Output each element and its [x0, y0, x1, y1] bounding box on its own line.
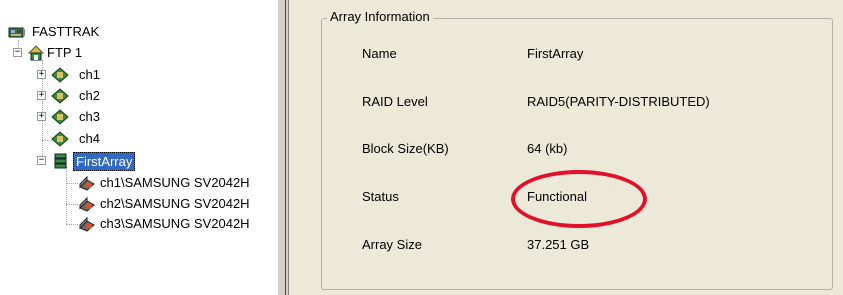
controller-board-icon — [8, 24, 25, 40]
collapse-toggle[interactable]: − — [37, 156, 46, 165]
channel-icon — [51, 67, 69, 83]
tree-node-disk[interactable]: ch3\SAMSUNG SV2042H — [78, 214, 273, 234]
name-label: Name — [362, 46, 397, 61]
tree-line — [66, 166, 67, 224]
tree-node-controller[interactable]: − FTP 1 — [13, 43, 153, 63]
tree-node-array-label: FirstArray — [73, 152, 136, 171]
tree-node-channel-label: ch4 — [79, 131, 100, 146]
tree-line — [66, 204, 78, 205]
hard-disk-icon — [78, 216, 95, 232]
tree-node-disk-label: ch3\SAMSUNG SV2042H — [100, 216, 250, 231]
expand-toggle[interactable]: + — [37, 91, 46, 100]
channel-icon — [51, 88, 69, 104]
tree-node-channel[interactable]: + ch1 — [37, 65, 157, 85]
hard-disk-icon — [78, 175, 95, 191]
raid-level-value: RAID5(PARITY-DISTRIBUTED) — [527, 94, 710, 109]
tree-node-disk-label: ch2\SAMSUNG SV2042H — [100, 196, 250, 211]
tree-line — [66, 183, 78, 184]
channel-icon — [51, 131, 69, 147]
array-information-pane: Array Information Name FirstArray RAID L… — [289, 0, 843, 295]
hard-disk-icon — [78, 196, 95, 212]
tree-node-channel-label: ch3 — [79, 109, 100, 124]
collapse-toggle[interactable]: − — [13, 48, 22, 57]
tree-node-channel-label: ch1 — [79, 67, 100, 82]
tree-node-root[interactable]: FASTTRAK — [8, 22, 148, 42]
group-title: Array Information — [327, 9, 433, 24]
expand-toggle[interactable]: + — [37, 70, 46, 79]
tree-node-array[interactable]: − FirstArray — [37, 151, 167, 171]
block-size-label: Block Size(KB) — [362, 141, 449, 156]
tree-line — [66, 224, 78, 225]
tree-node-disk[interactable]: ch1\SAMSUNG SV2042H — [78, 173, 273, 193]
pane-splitter[interactable] — [277, 0, 289, 295]
tree-node-channel[interactable]: ch4 — [37, 129, 157, 149]
name-value: FirstArray — [527, 46, 584, 61]
tree-node-root-label: FASTTRAK — [32, 24, 100, 39]
status-label: Status — [362, 189, 399, 204]
channel-icon — [51, 109, 69, 125]
array-stack-icon — [53, 153, 69, 169]
tree-pane[interactable]: FASTTRAK − FTP 1 + ch1 + ch2 + ch3 ch4 −… — [0, 0, 277, 295]
tree-node-disk-label: ch1\SAMSUNG SV2042H — [100, 175, 250, 190]
status-value: Functional — [527, 189, 587, 204]
controller-home-icon — [27, 45, 45, 61]
tree-node-disk[interactable]: ch2\SAMSUNG SV2042H — [78, 194, 273, 214]
array-size-label: Array Size — [362, 237, 422, 252]
array-size-value: 37.251 GB — [527, 237, 590, 252]
block-size-value: 64 (kb) — [527, 141, 568, 156]
tree-node-channel[interactable]: + ch3 — [37, 107, 157, 127]
raid-level-label: RAID Level — [362, 94, 428, 109]
tree-node-channel-label: ch2 — [79, 88, 100, 103]
expand-toggle[interactable]: + — [37, 112, 46, 121]
tree-node-controller-label: FTP 1 — [47, 45, 83, 60]
tree-node-channel[interactable]: + ch2 — [37, 86, 157, 106]
